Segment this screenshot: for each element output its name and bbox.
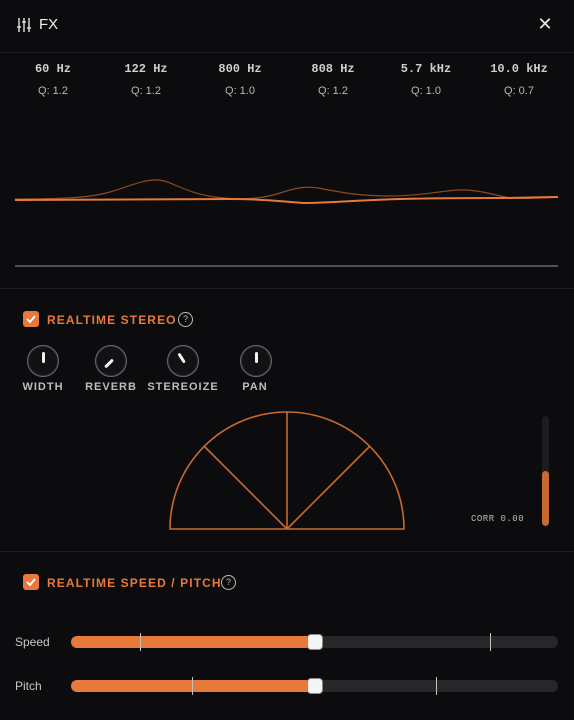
speed-slider-thumb[interactable] <box>306 634 323 650</box>
band-frequency: 10.0 kHz <box>490 62 548 76</box>
band-q: Q: 1.0 <box>225 85 255 97</box>
slider-tick <box>490 633 491 651</box>
eq-band-5[interactable]: 5.7 kHz Q: 1.0 <box>378 62 474 97</box>
close-icon[interactable]: ✕ <box>536 15 554 33</box>
correlation-meter <box>542 416 549 526</box>
knob-indicator <box>177 352 186 364</box>
band-q: Q: 0.7 <box>504 85 534 97</box>
speed-slider[interactable] <box>71 633 558 651</box>
pan-knob[interactable] <box>240 345 272 377</box>
eq-band-3[interactable]: 800 Hz Q: 1.0 <box>192 62 288 97</box>
band-q: Q: 1.0 <box>411 85 441 97</box>
eq-curve-graph[interactable] <box>0 150 574 280</box>
section-divider <box>0 551 574 552</box>
slider-tick <box>436 677 437 695</box>
slider-tick <box>140 633 141 651</box>
reverb-knob[interactable] <box>95 345 127 377</box>
realtime-speed-pitch-label: REALTIME SPEED / PITCH <box>47 576 222 590</box>
eq-band-6[interactable]: 10.0 kHz Q: 0.7 <box>471 62 567 97</box>
eq-spectrum-outline <box>14 179 559 200</box>
pitch-slider[interactable] <box>71 677 558 695</box>
reverb-knob-label: REVERB <box>85 381 137 393</box>
speed-pitch-help-icon[interactable]: ? <box>221 575 236 590</box>
band-q: Q: 1.2 <box>131 85 161 97</box>
speed-label: Speed <box>15 635 50 649</box>
speed-slider-fill <box>71 636 315 648</box>
fx-header: FX ✕ <box>0 0 574 53</box>
band-frequency: 5.7 kHz <box>400 62 452 76</box>
stereoize-knob[interactable] <box>167 345 199 377</box>
band-frequency: 60 Hz <box>34 62 71 76</box>
pan-knob-label: PAN <box>242 381 268 393</box>
pitch-slider-thumb[interactable] <box>306 678 323 694</box>
band-q: Q: 1.2 <box>38 85 68 97</box>
eq-band-2[interactable]: 122 Hz Q: 1.2 <box>98 62 194 97</box>
correlation-readout: CORR 0.00 <box>471 514 525 524</box>
stereo-field-display <box>169 411 405 530</box>
panel-title: FX <box>39 16 59 33</box>
correlation-meter-fill <box>542 471 549 526</box>
realtime-stereo-checkbox[interactable] <box>23 311 39 327</box>
eq-response-curve <box>14 196 559 205</box>
realtime-stereo-label: REALTIME STEREO <box>47 313 177 327</box>
pitch-label: Pitch <box>15 679 42 693</box>
band-frequency: 800 Hz <box>218 62 262 76</box>
knob-indicator <box>255 352 258 363</box>
sliders-icon[interactable] <box>16 17 32 38</box>
stereo-help-icon[interactable]: ? <box>178 312 193 327</box>
section-divider <box>0 288 574 289</box>
knob-indicator <box>104 358 114 369</box>
band-frequency: 808 Hz <box>311 62 355 76</box>
slider-tick <box>192 677 193 695</box>
knob-indicator <box>42 352 45 363</box>
stereoize-knob-label: STEREOIZE <box>147 381 219 393</box>
width-knob[interactable] <box>27 345 59 377</box>
band-frequency: 122 Hz <box>124 62 168 76</box>
realtime-speed-pitch-checkbox[interactable] <box>23 574 39 590</box>
eq-band-4[interactable]: 808 Hz Q: 1.2 <box>285 62 381 97</box>
band-q: Q: 1.2 <box>318 85 348 97</box>
eq-band-1[interactable]: 60 Hz Q: 1.2 <box>5 62 101 97</box>
